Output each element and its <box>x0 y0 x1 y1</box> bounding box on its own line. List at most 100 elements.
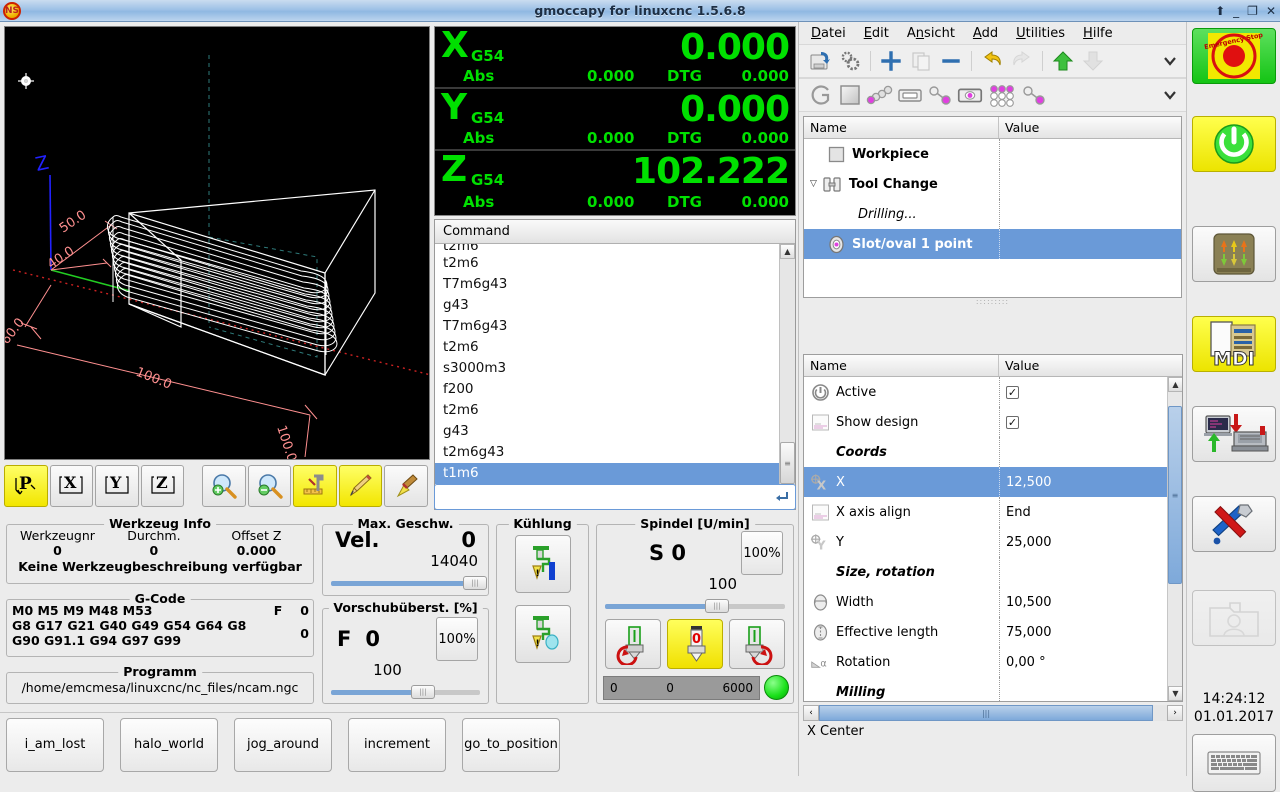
move-up-icon[interactable] <box>1048 46 1078 76</box>
table-row[interactable]: X axis align End <box>804 497 1167 527</box>
spindle-override-slider[interactable]: ||| <box>605 599 785 613</box>
ncam-parameters-tree[interactable]: Name Value Active ✓ Show design <box>803 354 1183 702</box>
list-item[interactable]: T7m6g43 <box>435 316 779 337</box>
line-segment-icon[interactable] <box>1019 80 1049 110</box>
mdi-history-list[interactable]: t2m6 t2m6 T7m6g43 g43 T7m6g43 t2m6 s3000… <box>435 244 779 509</box>
mdi-history-scrollbar[interactable]: ▲ ≡ ▼ <box>779 244 795 509</box>
view-y-button[interactable]: Y <box>95 465 139 507</box>
clear-plot-button[interactable] <box>384 465 428 507</box>
menu-utilities[interactable]: Utilities <box>1016 26 1065 41</box>
table-row-selected[interactable]: X X 12,500 <box>804 467 1167 497</box>
mdi-input[interactable] <box>439 489 771 506</box>
list-item[interactable]: g43 <box>435 295 779 316</box>
shade-window-button[interactable]: ⬆ <box>1215 5 1225 17</box>
pocket-rect-icon[interactable] <box>895 80 925 110</box>
list-item[interactable]: g43 <box>435 421 779 442</box>
menu-datei[interactable]: Datei <box>811 26 846 41</box>
spindle-cw-button[interactable] <box>729 619 785 669</box>
mist-coolant-button[interactable]: ! <box>515 605 571 663</box>
view-z-button[interactable]: Z <box>141 465 185 507</box>
table-row[interactable]: Drilling... <box>804 199 1181 229</box>
macro-button[interactable]: i_am_lost <box>6 718 104 772</box>
add-icon[interactable] <box>876 46 906 76</box>
menu-add[interactable]: Add <box>973 26 998 41</box>
scrollbar-thumb[interactable]: ≡ <box>1168 406 1182 584</box>
scrollbar-track[interactable]: ≡ <box>1168 392 1182 686</box>
pane-divider[interactable]: ::::::::: <box>799 298 1186 306</box>
show-tool-path-button[interactable] <box>339 465 383 507</box>
list-item[interactable]: T7m6g43 <box>435 274 779 295</box>
duplicate-icon[interactable] <box>906 46 936 76</box>
machine-power-button[interactable] <box>1192 116 1276 172</box>
auto-mode-button[interactable] <box>1192 406 1276 462</box>
spindle-stop-button[interactable]: 0 <box>667 619 723 669</box>
slider-knob[interactable]: ||| <box>705 599 729 613</box>
scroll-up-icon[interactable]: ▲ <box>780 244 795 259</box>
table-row[interactable]: Active ✓ <box>804 377 1167 407</box>
slider-knob[interactable]: ||| <box>411 685 435 699</box>
scrollbar-thumb[interactable]: ||| <box>819 705 1153 721</box>
list-item[interactable]: t2m6 <box>435 253 779 274</box>
chevron-down-icon[interactable] <box>1162 54 1178 71</box>
scroll-down-icon[interactable]: ▼ <box>1168 686 1182 701</box>
macro-button[interactable]: go_to_position <box>462 718 560 772</box>
dro-axis-row[interactable]: Y G54 0.000 Abs 0.000 DTG 0.000 <box>435 89 795 151</box>
chain-points-icon[interactable] <box>865 80 895 110</box>
menu-ansicht[interactable]: Ansicht <box>907 26 955 41</box>
show-design-checkbox[interactable]: ✓ <box>1006 416 1019 429</box>
mdi-entry[interactable] <box>434 484 796 510</box>
scrollbar-thumb[interactable]: ≡ <box>780 442 795 484</box>
show-dimensions-button[interactable] <box>293 465 337 507</box>
active-checkbox[interactable]: ✓ <box>1006 386 1019 399</box>
redo-icon[interactable] <box>1007 46 1037 76</box>
zoom-in-button[interactable] <box>202 465 246 507</box>
list-item[interactable]: t2m6 <box>435 400 779 421</box>
scrollbar-track[interactable]: ||| <box>819 705 1167 721</box>
spindle-ccw-button[interactable] <box>605 619 661 669</box>
menu-edit[interactable]: Edit <box>864 26 889 41</box>
close-window-button[interactable]: ✕ <box>1266 5 1276 17</box>
list-item[interactable]: s3000m3 <box>435 358 779 379</box>
minimize-window-button[interactable]: _ <box>1233 5 1239 17</box>
list-item[interactable]: f200 <box>435 379 779 400</box>
maximize-window-button[interactable]: ❐ <box>1247 5 1258 17</box>
spindle-override-reset-button[interactable]: 100% <box>741 531 783 575</box>
table-row[interactable]: ▽ Tool Change <box>804 169 1181 199</box>
slot-oval-icon[interactable] <box>955 80 985 110</box>
menu-hilfe[interactable]: Hilfe <box>1083 26 1113 41</box>
view-x-button[interactable]: X <box>50 465 94 507</box>
settings-button[interactable] <box>1192 496 1276 552</box>
list-item[interactable]: t2m6g43 <box>435 442 779 463</box>
table-row[interactable]: Effective length 75,000 <box>804 617 1167 647</box>
scroll-up-icon[interactable]: ▲ <box>1168 377 1182 392</box>
table-row-selected[interactable]: Slot/oval 1 point <box>804 229 1181 259</box>
estop-button[interactable]: Emergency Stop <box>1192 28 1276 84</box>
manual-mode-button[interactable] <box>1192 226 1276 282</box>
list-item[interactable]: t2m6 <box>435 337 779 358</box>
list-item[interactable]: t2m6 <box>435 244 779 253</box>
gcode-preview-3d[interactable]: Z 50.0 40.0 60.0 100.0 100.0 <box>4 26 430 460</box>
chevron-down-icon[interactable] <box>1162 88 1178 105</box>
open-file-icon[interactable] <box>805 46 835 76</box>
remove-icon[interactable] <box>936 46 966 76</box>
macro-button[interactable]: halo_world <box>120 718 218 772</box>
settings-gears-icon[interactable] <box>835 46 865 76</box>
workpiece-icon[interactable] <box>835 80 865 110</box>
tree-horizontal-scrollbar[interactable]: ‹ ||| › <box>803 704 1183 722</box>
table-row[interactable]: Y Y 25,000 <box>804 527 1167 557</box>
view-p-button[interactable]: P <box>4 465 48 507</box>
dro-axis-row[interactable]: X G54 0.000 Abs 0.000 DTG 0.000 <box>435 27 795 89</box>
scrollbar-track[interactable]: ≡ <box>780 259 795 494</box>
flood-coolant-button[interactable]: ! <box>515 535 571 593</box>
zoom-out-button[interactable] <box>248 465 292 507</box>
tree-vertical-scrollbar[interactable]: ▲ ≡ ▼ <box>1167 377 1182 701</box>
scroll-left-icon[interactable]: ‹ <box>803 705 819 721</box>
tree-expander-icon[interactable]: ▽ <box>810 179 817 189</box>
feed-override-reset-button[interactable]: 100% <box>436 617 478 661</box>
table-row[interactable]: Show design ✓ <box>804 407 1167 437</box>
feed-override-slider[interactable]: ||| <box>331 685 480 699</box>
dro-axis-row[interactable]: Z G54 102.222 Abs 0.000 DTG 0.000 <box>435 151 795 213</box>
mdi-mode-button[interactable]: MDI <box>1192 316 1276 372</box>
table-row[interactable]: Width 10,500 <box>804 587 1167 617</box>
onscreen-keyboard-button[interactable] <box>1192 734 1276 792</box>
